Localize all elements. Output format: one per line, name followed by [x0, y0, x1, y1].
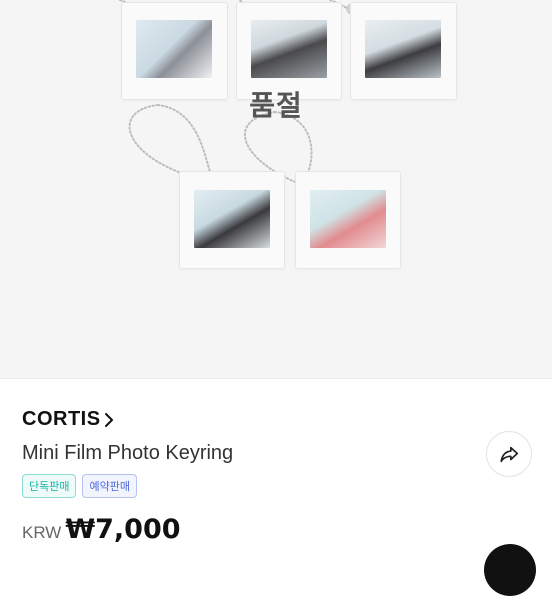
photo-thumbnail [365, 20, 441, 78]
currency-code: KRW [22, 523, 62, 542]
share-button[interactable] [486, 431, 532, 477]
divider [0, 378, 552, 379]
brand-link[interactable]: CORTIS [22, 408, 115, 431]
keyring-card [295, 171, 401, 269]
preorder-badge: 예약판매 [82, 474, 137, 498]
photo-thumbnail [194, 190, 270, 248]
price-amount: ₩7,000 [65, 514, 181, 545]
price: KRW ₩7,000 [22, 514, 181, 545]
chevron-right-icon [104, 412, 113, 427]
photo-thumbnail [136, 20, 212, 78]
product-title: Mini Film Photo Keyring [22, 442, 234, 464]
brand-name: CORTIS [22, 408, 101, 430]
exclusive-sale-badge: 단독판매 [22, 474, 77, 498]
product-image[interactable]: 품절 [0, 0, 552, 378]
badge-list: 단독판매 예약판매 [22, 474, 137, 498]
keyring-card [179, 171, 285, 269]
soldout-label: 품절 [249, 89, 303, 122]
photo-thumbnail [251, 20, 327, 78]
photo-thumbnail [310, 190, 386, 248]
share-arrow-icon [500, 446, 519, 463]
